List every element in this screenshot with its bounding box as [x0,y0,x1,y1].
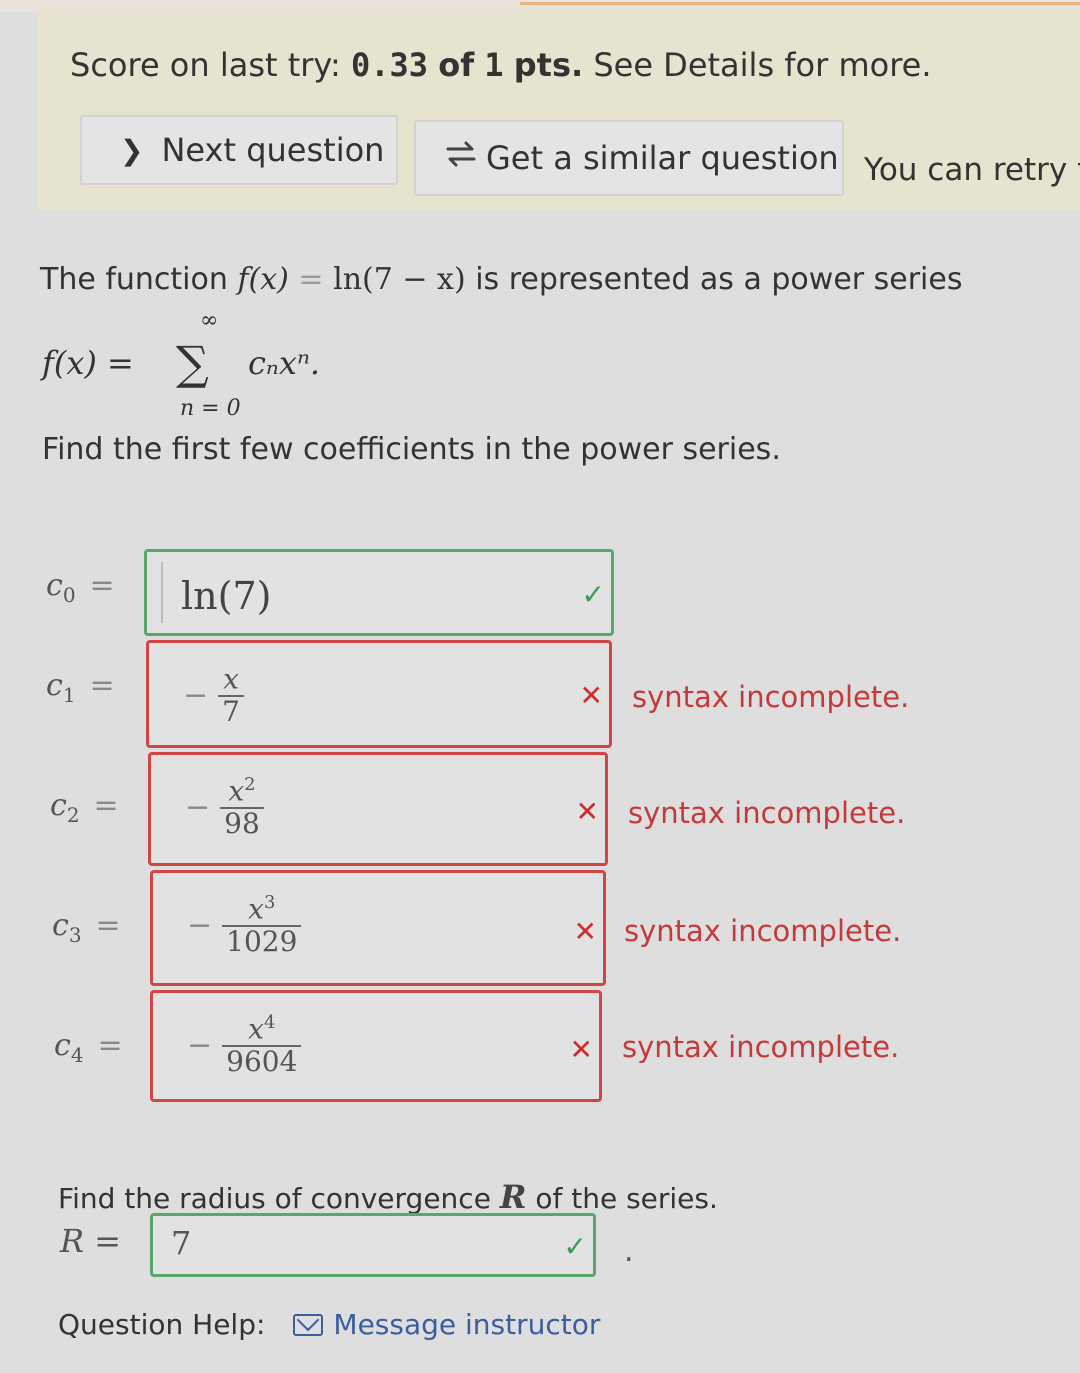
question-help: Question Help: Message instructor [58,1308,600,1341]
score-pts: pts. [513,46,584,84]
function-lhs: f(x) [237,262,289,297]
chevron-right-icon: ❯ [120,133,144,167]
similar-question-button[interactable]: Get a similar question [414,120,844,196]
fraction-body: x2 98 [220,775,264,840]
retry-text: You can retry t [864,152,1080,188]
mail-icon [293,1313,324,1336]
score-value: 0.33 [350,46,429,84]
input-area: − x 7 [163,653,587,735]
radius-question: Find the radius of convergence R of the … [58,1178,718,1216]
refresh-icon [444,139,478,177]
question-help-label: Question Help: [58,1308,266,1341]
answer-field-c4[interactable]: − x4 9604 ✕ [150,990,602,1102]
input-area: − x4 9604 [167,1003,577,1089]
power-series-formula: f(x) = ∞ ∑ n = 0 cₙxⁿ. [42,308,442,428]
input-area: ln(7) [161,562,589,623]
sigma-symbol: ∑ [176,336,209,390]
fraction-numerator: x [223,662,239,696]
fraction-sign: − [187,907,213,943]
answer-field-c2[interactable]: − x2 98 ✕ [148,752,608,866]
score-prefix: Score on last try: [70,46,341,84]
fraction-c4: − x4 9604 [187,1012,302,1078]
coef-label-c2: c2 = [50,788,119,827]
fraction-numerator: x4 [248,1012,276,1046]
problem-intro-tail: is represented as a power series [475,262,963,297]
fraction-numerator: x3 [248,892,276,926]
fraction-c3: − x3 1029 [187,892,302,958]
next-question-button[interactable]: ❯ Next question [80,115,398,185]
answer-field-c1[interactable]: − x 7 ✕ [146,640,612,748]
coefficients-instruction: Find the first few coefficients in the p… [42,432,781,467]
fraction-c1: − x 7 [183,663,244,728]
error-message-c4: syntax incomplete. [622,1030,900,1064]
input-area: − x2 98 [165,765,583,853]
error-message-c3: syntax incomplete. [624,914,902,948]
radius-label: R = [60,1222,122,1260]
coef-label-c3: c3 = [52,908,121,947]
problem-intro: The function [40,262,228,297]
x-icon: ✕ [573,915,597,948]
error-message-c1: syntax incomplete. [632,680,910,714]
check-icon: ✓ [563,1230,587,1263]
fraction-c2: − x2 98 [185,775,264,840]
sigma-lower-limit: n = 0 [180,396,241,421]
sigma-upper-limit: ∞ [200,308,219,333]
answer-field-c0[interactable]: ln(7) ✓ [144,549,614,636]
answer-value-c0: ln(7) [181,574,272,618]
check-icon: ✓ [581,578,605,611]
series-term: cₙxⁿ. [248,344,321,382]
fraction-numerator: x2 [228,774,256,808]
x-icon: ✕ [575,795,599,828]
score-total: 1 [484,46,504,84]
x-icon: ✕ [569,1033,593,1066]
score-details-hint: See Details for more. [593,46,932,84]
radius-period: . [624,1234,634,1269]
problem-statement: The function f(x) = ln(7 − x) is represe… [40,262,962,297]
series-lhs: f(x) = [42,344,134,382]
error-message-c2: syntax incomplete. [628,796,906,830]
fraction-body: x 7 [218,663,244,728]
function-rhs: ln(7 − x) [333,262,466,297]
fraction-denominator: 98 [220,807,264,840]
answer-field-c3[interactable]: − x3 1029 ✕ [150,870,606,986]
radius-question-tail: of the series. [535,1182,718,1215]
fraction-denominator: 7 [218,695,244,728]
radius-answer-field[interactable]: 7 ✓ [150,1213,596,1277]
fraction-sign: − [185,789,211,825]
score-of: of [438,46,475,84]
coef-label-c4: c4 = [54,1028,123,1067]
similar-question-label: Get a similar question [486,139,839,177]
radius-answer-value: 7 [171,1224,192,1262]
score-summary: Score on last try: 0.33 of 1 pts. See De… [70,46,932,84]
message-instructor-link[interactable]: Message instructor [333,1308,600,1341]
function-equals: = [298,262,324,297]
coef-label-c1: c1 = [46,668,115,707]
fraction-body: x3 1029 [222,892,302,958]
input-area: − x3 1029 [167,883,581,973]
fraction-body: x4 9604 [222,1012,302,1078]
coef-label-c0: c0 = [46,568,115,607]
fraction-sign: − [187,1027,213,1063]
fraction-denominator: 1029 [222,925,302,958]
radius-question-text: Find the radius of convergence [58,1182,491,1215]
fraction-sign: − [183,677,209,713]
radius-variable: R [499,1178,527,1216]
x-icon: ✕ [579,679,603,712]
next-question-label: Next question [161,131,385,169]
fraction-denominator: 9604 [222,1045,302,1078]
